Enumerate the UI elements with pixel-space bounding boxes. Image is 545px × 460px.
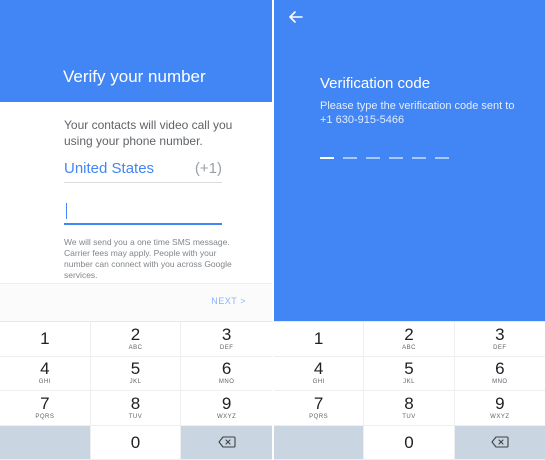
key-0[interactable]: 0: [364, 425, 455, 460]
key-letters: DEF: [219, 344, 234, 351]
key-digit: 9: [495, 393, 505, 413]
key-blank: [0, 425, 91, 460]
key-7[interactable]: 7 PQRS: [274, 391, 365, 426]
code-digit-slot: [343, 157, 357, 159]
key-1[interactable]: 1: [0, 322, 91, 357]
code-digit-slot: [389, 157, 403, 159]
key-2[interactable]: 2 ABC: [90, 322, 182, 357]
key-digit: 6: [221, 359, 232, 379]
key-7[interactable]: 7 PQRS: [0, 391, 91, 426]
country-code: (+1): [194, 160, 222, 177]
key-6[interactable]: 6 MNO: [181, 357, 272, 391]
key-1[interactable]: 1: [274, 322, 365, 357]
code-digit-slot: [366, 157, 380, 159]
key-letters: PQRS: [35, 413, 55, 420]
key-digit: 1: [40, 329, 50, 349]
key-8[interactable]: 8 TUV: [90, 391, 182, 426]
key-2[interactable]: 2 ABC: [364, 322, 455, 357]
key-6[interactable]: 6 MNO: [454, 357, 545, 391]
chevron-right-icon: >: [240, 296, 246, 306]
verify-title: Verify your number: [63, 67, 206, 86]
key-digit: 5: [130, 359, 141, 379]
numeric-keypad-left: 1 2 ABC 3 DEF 4 GHI 5 JKL 6 MNO 7 PQRS 8 TUV 9 WXYZ 0: [0, 321, 272, 460]
key-letters: ABC: [402, 344, 416, 351]
country-name: United States: [64, 160, 155, 177]
key-letters: JKL: [129, 379, 142, 386]
key-5[interactable]: 5 JKL: [364, 356, 455, 391]
key-letters: TUV: [402, 413, 416, 420]
key-digit: 3: [495, 324, 505, 344]
code-digit-slot: [412, 157, 426, 159]
key-digit: 0: [404, 432, 414, 452]
key-letters: TUV: [128, 413, 143, 420]
key-0[interactable]: 0: [90, 425, 182, 460]
key-4[interactable]: 4 GHI: [274, 356, 365, 391]
backspace-icon: [491, 436, 509, 448]
key-blank: [274, 425, 365, 460]
key-digit: 1: [313, 329, 324, 349]
key-digit: 0: [130, 432, 141, 452]
code-digit-slot: [435, 157, 449, 159]
key-digit: 5: [404, 359, 414, 379]
key-digit: 2: [130, 324, 141, 344]
key-letters: GHI: [38, 379, 51, 386]
key-letters: WXYZ: [216, 413, 237, 420]
key-letters: PQRS: [309, 413, 329, 420]
key-digit: 7: [40, 393, 50, 413]
key-letters: MNO: [492, 379, 508, 386]
verification-code-screen: Verification code Please type the verifi…: [274, 0, 545, 321]
key-letters: MNO: [218, 379, 235, 386]
key-4[interactable]: 4 GHI: [0, 356, 91, 391]
key-3[interactable]: 3 DEF: [454, 322, 545, 357]
key-8[interactable]: 8 TUV: [364, 391, 455, 426]
sms-disclaimer: We will send you a one time SMS message.…: [64, 237, 232, 280]
arrow-left-icon[interactable]: [288, 9, 304, 25]
verify-header: Verify your number: [0, 0, 272, 102]
key-backspace[interactable]: [454, 425, 545, 460]
key-9[interactable]: 9 WXYZ: [454, 391, 545, 426]
verification-subtitle: Please type the verification code sent t…: [320, 100, 515, 126]
code-input[interactable]: [320, 157, 449, 159]
key-digit: 9: [221, 393, 232, 413]
phone-number-input[interactable]: [64, 197, 222, 225]
text-cursor: [66, 203, 67, 219]
verification-title: Verification code: [320, 75, 431, 92]
key-digit: 3: [221, 324, 232, 344]
next-button[interactable]: NEXT >: [211, 296, 246, 306]
key-letters: DEF: [493, 344, 507, 351]
key-digit: 7: [313, 393, 324, 413]
key-letters: JKL: [403, 379, 415, 386]
numeric-keypad-right: 1 2 ABC 3 DEF 4 GHI 5 JKL 6 MNO 7 PQRS 8 TUV 9 WXYZ 0: [274, 321, 545, 460]
key-digit: 8: [404, 393, 414, 413]
key-digit: 6: [495, 359, 505, 379]
key-digit: 4: [40, 359, 50, 379]
key-letters: ABC: [128, 344, 143, 351]
backspace-icon: [218, 436, 236, 448]
key-letters: GHI: [312, 379, 325, 386]
verify-description: Your contacts will video call you using …: [64, 118, 233, 148]
key-3[interactable]: 3 DEF: [181, 322, 272, 357]
code-digit-slot: [320, 157, 334, 159]
key-backspace[interactable]: [181, 425, 272, 460]
key-letters: WXYZ: [490, 413, 510, 420]
key-5[interactable]: 5 JKL: [90, 356, 182, 391]
country-selector[interactable]: United States (+1): [64, 157, 222, 183]
key-digit: 4: [313, 359, 324, 379]
key-digit: 2: [404, 324, 414, 344]
next-bar: NEXT >: [0, 283, 272, 321]
next-label: NEXT: [211, 296, 238, 306]
key-9[interactable]: 9 WXYZ: [181, 391, 272, 426]
key-digit: 8: [130, 393, 141, 413]
